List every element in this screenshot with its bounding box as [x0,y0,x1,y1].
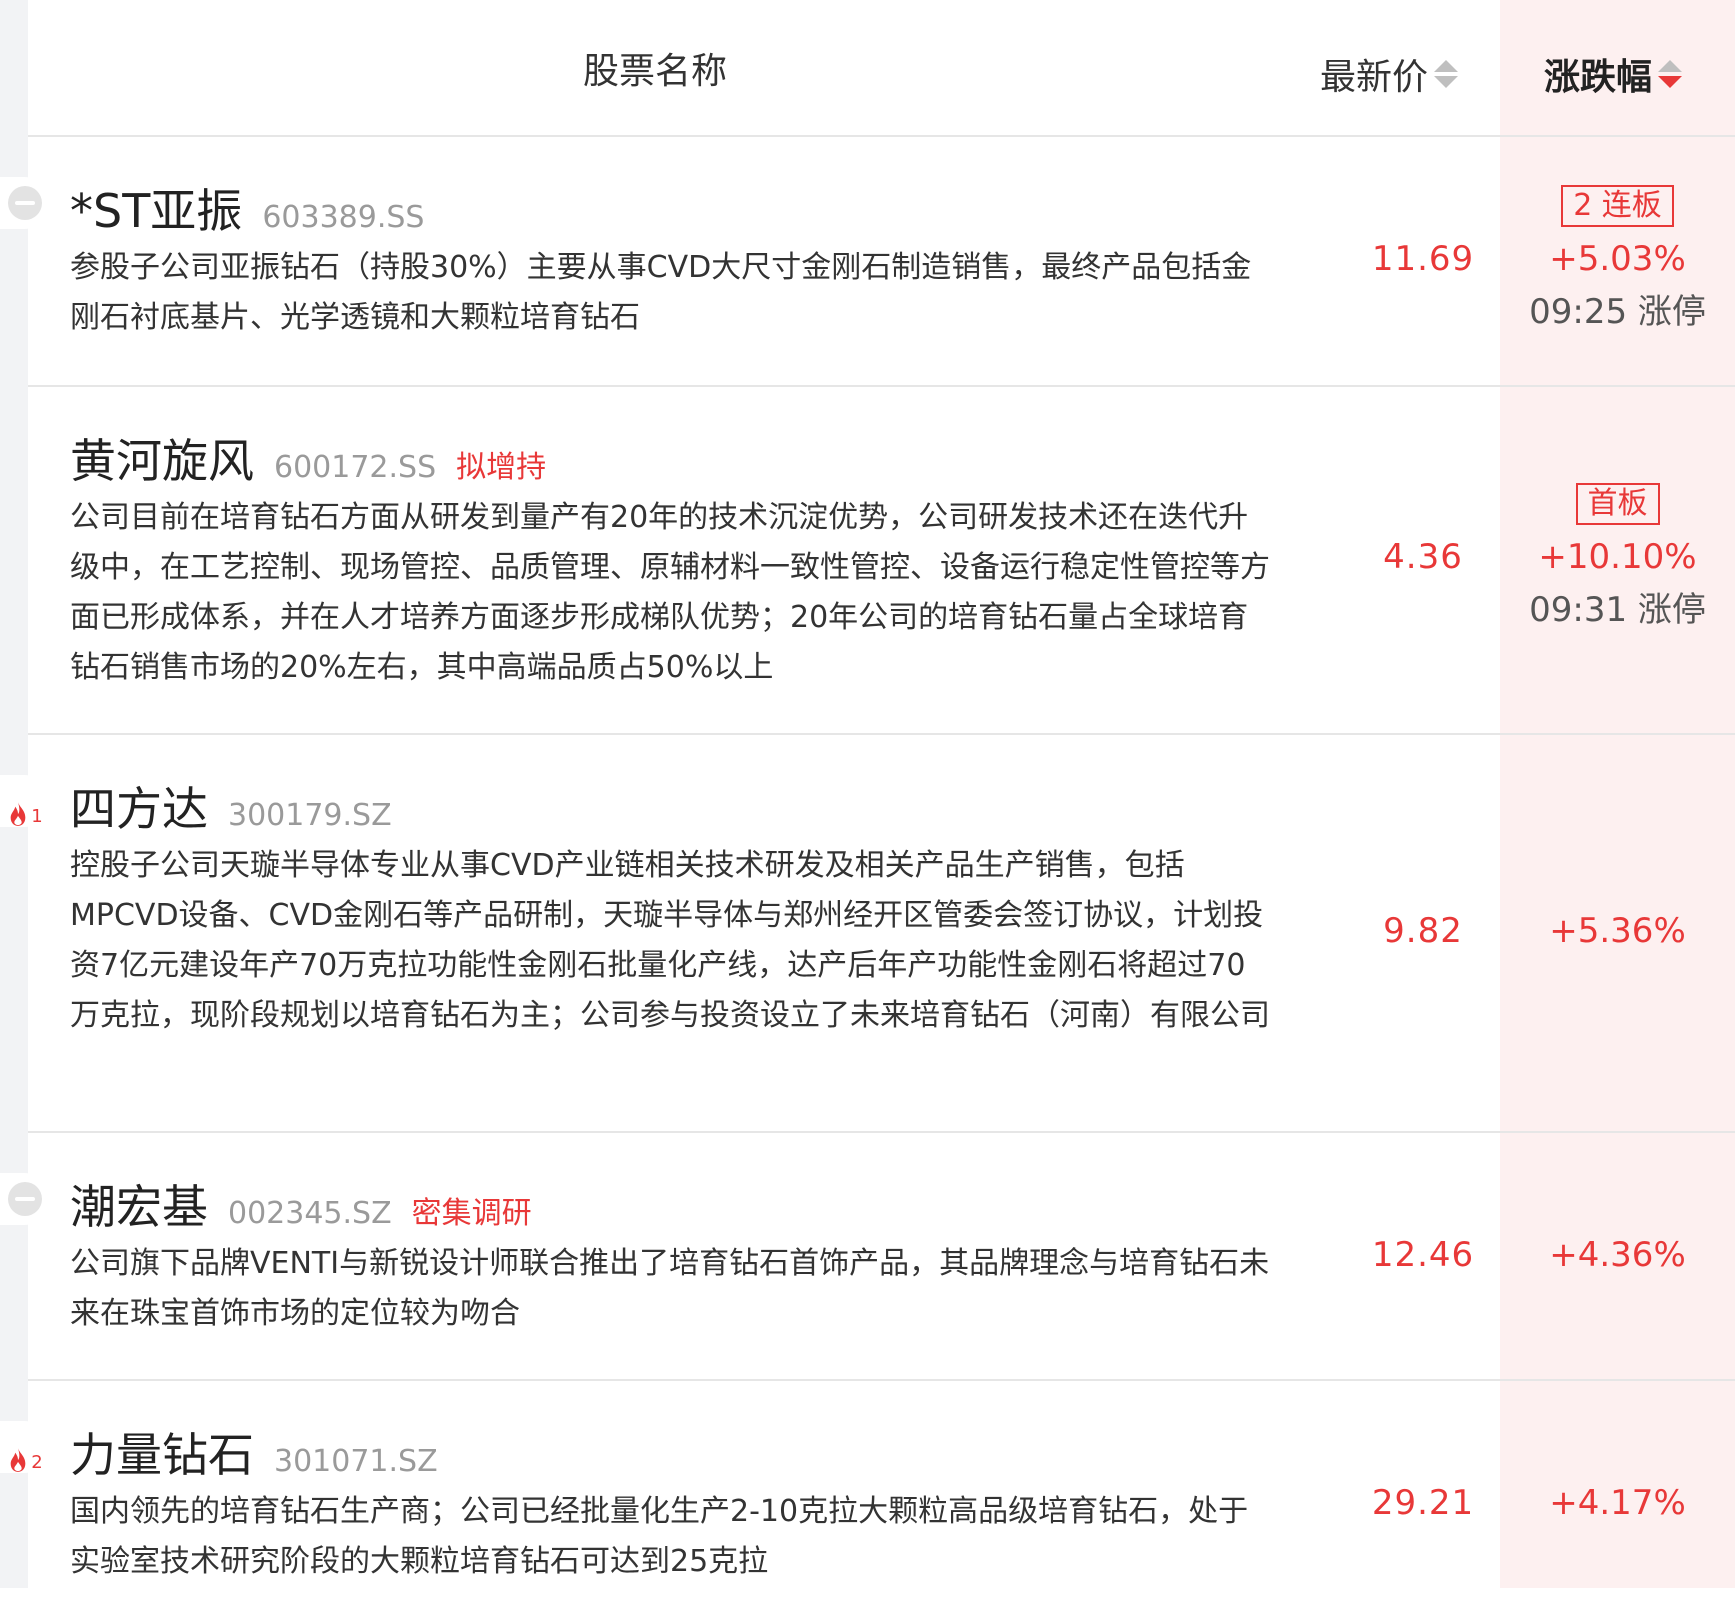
row-marker[interactable] [0,1173,50,1225]
latest-price: 4.36 [1383,537,1463,577]
column-header-price-label: 最新价 [1320,57,1429,98]
hot-rank-marker[interactable]: 2 [0,1421,50,1473]
latest-price: 9.82 [1383,911,1463,951]
stock-code: 301071.SZ [274,1444,438,1479]
change-pct: +4.36% [1549,1235,1686,1275]
change-pct: +4.17% [1549,1483,1686,1523]
stock-tag[interactable]: 密集调研 [412,1188,532,1232]
sort-up-icon [1434,60,1459,72]
stock-title: 潮宏基 002345.SZ 密集调研 [70,1171,532,1237]
stock-description: 公司旗下品牌VENTI与新锐设计师联合推出了培育钻石首饰产品，其品牌理念与培育钻… [70,1246,1270,1331]
hot-rank: 2 [31,1452,43,1473]
column-header-price[interactable]: 最新价 [1320,48,1459,100]
stock-code: 603389.SS [262,200,425,235]
column-header-change-pct[interactable]: 涨跌幅 [1544,48,1683,100]
stock-name[interactable]: 力量钻石 [70,1419,254,1485]
table-row[interactable]: *ST亚振 603389.SS 参股子公司亚振钻石（持股30%）主要从事CVD大… [0,137,1735,387]
table-row[interactable]: 黄河旋风 600172.SS 拟增持 公司目前在培育钻石方面从研发到量产有20年… [28,387,1735,735]
stock-name[interactable]: 四方达 [70,773,208,839]
fire-icon [10,1448,26,1472]
stock-code: 002345.SZ [228,1196,392,1231]
change-cell: 首板 +10.10% 09:31 涨停 [1500,483,1735,637]
stock-title: *ST亚振 603389.SS [70,175,424,241]
limit-up-time: 09:31 涨停 [1529,590,1706,630]
limit-up-time: 09:25 涨停 [1529,292,1706,332]
change-cell: +4.36% [1500,1229,1735,1281]
stock-code: 300179.SZ [228,798,392,833]
change-pct: +5.03% [1549,239,1686,279]
sort-icon [1658,60,1683,88]
stock-title: 四方达 300179.SZ [70,773,392,839]
change-cell: +5.36% [1500,905,1735,957]
column-header-change-pct-label: 涨跌幅 [1544,57,1653,98]
stock-code: 600172.SS [274,450,437,485]
latest-price: 12.46 [1371,1235,1475,1275]
sort-icon [1434,60,1459,88]
row-marker[interactable] [0,177,50,229]
stock-description: 公司目前在培育钻石方面从研发到量产有20年的技术沉淀优势，公司研发技术还在迭代升… [70,500,1270,685]
change-pct: +5.36% [1549,911,1686,951]
sort-down-icon [1434,76,1459,88]
latest-price: 11.69 [1371,239,1475,279]
stock-description: 控股子公司天璇半导体专业从事CVD产业链相关技术研发及相关产品生产销售，包括MP… [70,848,1270,1033]
table-row[interactable]: 2 力量钻石 301071.SZ 国内领先的培育钻石生产商；公司已经批量化生产2… [0,1381,1735,1621]
stock-title: 黄河旋风 600172.SS 拟增持 [70,425,546,491]
table-header: 股票名称 最新价 涨跌幅 [28,0,1735,137]
latest-price: 29.21 [1371,1483,1475,1523]
change-cell: 2 连板 +5.03% 09:25 涨停 [1500,185,1735,339]
change-cell: +4.17% [1500,1477,1735,1529]
stock-description: 国内领先的培育钻石生产商；公司已经批量化生产2-10克拉大颗粒高品级培育钻石，处… [70,1494,1249,1579]
board-badge: 2 连板 [1561,185,1674,227]
hot-rank-marker[interactable]: 1 [0,775,50,827]
minus-icon [8,186,42,220]
stock-name[interactable]: 潮宏基 [70,1171,208,1237]
stock-name[interactable]: *ST亚振 [70,175,242,241]
table-row[interactable]: 1 四方达 300179.SZ 控股子公司天璇半导体专业从事CVD产业链相关技术… [0,735,1735,1133]
stock-description: 参股子公司亚振钻石（持股30%）主要从事CVD大尺寸金刚石制造销售，最终产品包括… [70,250,1252,335]
sort-up-icon [1658,60,1683,72]
board-badge: 首板 [1575,483,1660,525]
sort-down-active-icon [1658,76,1683,88]
column-header-name[interactable]: 股票名称 [583,42,727,94]
table-row[interactable]: 潮宏基 002345.SZ 密集调研 公司旗下品牌VENTI与新锐设计师联合推出… [0,1133,1735,1381]
fire-icon [10,802,26,826]
stock-tag[interactable]: 拟增持 [456,442,546,486]
minus-icon [8,1182,42,1216]
stock-name[interactable]: 黄河旋风 [70,425,254,491]
change-pct: +10.10% [1538,537,1697,577]
hot-rank: 1 [31,806,43,827]
stock-title: 力量钻石 301071.SZ [70,1419,438,1485]
